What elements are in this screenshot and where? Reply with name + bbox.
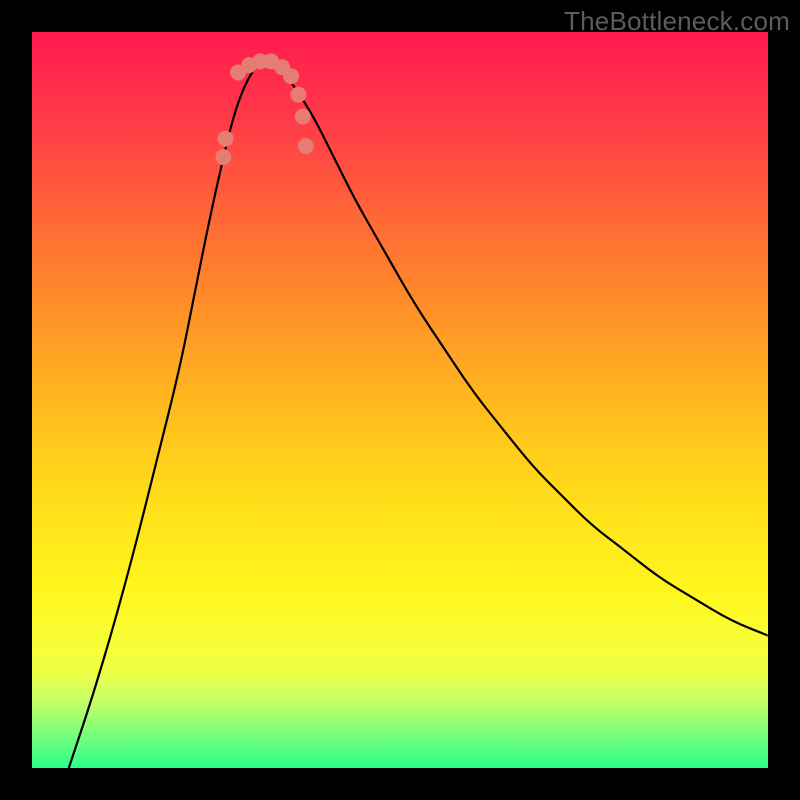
data-point (283, 68, 299, 84)
gradient-bg (32, 32, 768, 768)
watermark-text: TheBottleneck.com (564, 6, 790, 37)
data-point (218, 131, 234, 147)
data-point (295, 109, 311, 125)
chart-svg (32, 32, 768, 768)
data-point (290, 87, 306, 103)
plot-area (32, 32, 768, 768)
data-point (215, 149, 231, 165)
green-band (32, 680, 768, 768)
data-point (298, 138, 314, 154)
outer-frame: TheBottleneck.com (0, 0, 800, 800)
